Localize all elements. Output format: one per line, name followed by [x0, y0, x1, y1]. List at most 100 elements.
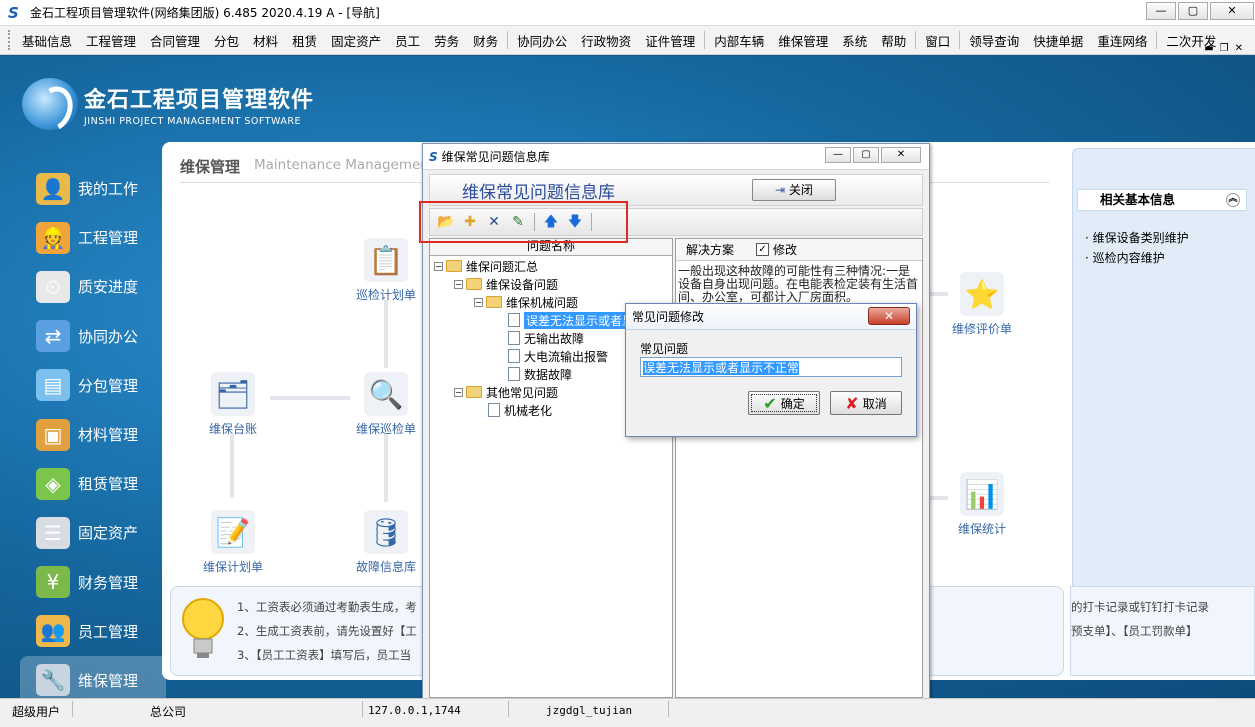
status-ip: 127.0.0.1,1744 — [368, 704, 461, 717]
tree-node-mechanical[interactable]: − 维保机械问题 — [474, 293, 578, 311]
menu-basic-info[interactable]: 基础信息 — [15, 31, 79, 50]
minimize-button[interactable]: — — [1146, 2, 1176, 20]
cross-icon: ✘ — [845, 393, 859, 413]
menu-contract[interactable]: 合同管理 — [143, 31, 207, 50]
tree-node-equipment[interactable]: − 维保设备问题 — [454, 275, 558, 293]
menu-admin-supplies[interactable]: 行政物资 — [574, 31, 638, 50]
solution-label: 解决方案 — [686, 243, 735, 257]
collapse-icon[interactable]: − — [454, 279, 463, 289]
menu-fixed-assets[interactable]: 固定资产 — [324, 31, 388, 50]
menu-quick-docs[interactable]: 快捷单据 — [1026, 31, 1090, 50]
menu-project[interactable]: 工程管理 — [79, 31, 143, 50]
menu-separator — [507, 31, 509, 49]
sidebar-item-my-work[interactable]: 👤 我的工作 — [36, 164, 166, 213]
menu-separator — [915, 31, 917, 49]
node-stats[interactable]: 📊 维保统计 — [944, 472, 1020, 537]
app-logo-icon: S — [429, 149, 438, 164]
tree-node-other[interactable]: − 其他常见问题 — [454, 383, 558, 401]
menu-lease[interactable]: 租赁 — [285, 31, 324, 50]
sidebar-item-fixed-assets[interactable]: ☰ 固定资产 — [36, 508, 166, 557]
sidebar-item-project[interactable]: 👷 工程管理 — [36, 213, 166, 262]
list-icon: ☰ — [36, 516, 70, 549]
menu-reconnect[interactable]: 重连网络 — [1090, 31, 1154, 50]
tree-node-item[interactable]: 无输出故障 — [508, 329, 584, 347]
edit-checkbox[interactable]: ✓ — [756, 243, 770, 256]
lightbulb-icon — [182, 598, 224, 658]
collapse-icon[interactable]: ︽ — [1226, 193, 1240, 207]
menu-bar: 基础信息 工程管理 合同管理 分包 材料 租赁 固定资产 员工 劳务 财务 协同… — [0, 26, 1255, 55]
dialog-maximize-button[interactable]: ▢ — [853, 147, 879, 163]
tree-node-item[interactable]: 数据故障 — [508, 365, 572, 383]
node-inspect-order[interactable]: 🔍 维保巡检单 — [342, 372, 430, 437]
status-separator — [668, 701, 669, 717]
document-icon — [508, 367, 520, 381]
menu-material[interactable]: 材料 — [246, 31, 285, 50]
menu-finance[interactable]: 财务 — [466, 31, 505, 50]
mdi-controls[interactable]: ▬❐✕ — [1204, 43, 1249, 54]
dialog-minimize-button[interactable]: — — [825, 147, 851, 163]
exit-icon: ⇥ — [775, 183, 789, 197]
worker-icon: 👷 — [36, 221, 70, 254]
tree-node-item[interactable]: 机械老化 — [488, 401, 552, 419]
tip-line-1: 1、工资表必须通过考勤表生成，考 — [237, 600, 417, 614]
issue-name-value: 误差无法显示或者显示不正常 — [643, 361, 800, 375]
menu-window[interactable]: 窗口 — [918, 31, 957, 50]
sidebar-item-material[interactable]: ▣ 材料管理 — [36, 410, 166, 459]
toolbar-grip[interactable] — [8, 30, 11, 50]
issue-field-label: 常见问题 — [640, 342, 689, 356]
page-title: 维保管理 — [180, 158, 241, 176]
tip-right-line-1: 的打卡记录或钉钉打卡记录 — [1071, 600, 1209, 614]
layers-icon: ▤ — [36, 369, 70, 402]
folder-icon — [466, 278, 482, 290]
sidebar-item-office[interactable]: ⇄ 协同办公 — [36, 312, 166, 361]
sidebar-item-lease[interactable]: ◈ 租赁管理 — [36, 459, 166, 508]
menu-leader-query[interactable]: 领导查询 — [962, 31, 1026, 50]
node-ledger[interactable]: 🗂 维保台账 — [196, 372, 270, 437]
menu-system[interactable]: 系统 — [835, 31, 874, 50]
app-logo: 金石工程项目管理软件 JINSHI PROJECT MANAGEMENT SOF… — [22, 78, 314, 130]
folder-icon — [446, 260, 462, 272]
close-button[interactable]: ✕ — [1210, 2, 1254, 20]
link-inspection-content[interactable]: · 巡检内容维护 — [1085, 249, 1165, 266]
menu-maintenance[interactable]: 维保管理 — [771, 31, 835, 50]
related-info-header[interactable]: 相关基本信息 ︽ — [1077, 189, 1247, 211]
menu-help[interactable]: 帮助 — [874, 31, 913, 50]
dialog-title: 维保常见问题信息库 — [441, 150, 550, 164]
highlight-annotation — [419, 201, 628, 243]
link-equipment-category[interactable]: · 维保设备类别维护 — [1085, 229, 1189, 246]
ok-button[interactable]: ✔ 确定 — [748, 391, 820, 415]
collapse-icon[interactable]: − — [474, 297, 483, 307]
node-evaluate[interactable]: ⭐ 维修评价单 — [944, 272, 1020, 337]
sidebar-item-finance[interactable]: ¥ 财务管理 — [36, 558, 166, 607]
magnifier-icon: 🔍 — [364, 372, 408, 416]
edit-dialog-close-button[interactable]: ✕ — [868, 307, 910, 325]
edit-issue-dialog: 常见问题修改 ✕ 常见问题 误差无法显示或者显示不正常 ✔ 确定 ✘ 取消 — [625, 303, 917, 437]
menu-office[interactable]: 协同办公 — [510, 31, 574, 50]
people-icon: 👥 — [36, 615, 70, 648]
dialog-window-controls: — ▢ ✕ — [823, 147, 921, 163]
flow-arrow — [230, 434, 234, 498]
collapse-icon[interactable]: − — [454, 387, 463, 397]
tree-node-root[interactable]: − 维保问题汇总 — [434, 257, 538, 275]
sidebar-item-maintenance[interactable]: 🔧 维保管理 — [20, 655, 166, 698]
sidebar-item-progress[interactable]: ⏲ 质安进度 — [36, 262, 166, 311]
menu-staff[interactable]: 员工 — [388, 31, 427, 50]
node-inspect-plan[interactable]: 📋 巡检计划单 — [342, 238, 430, 303]
menu-labor[interactable]: 劳务 — [427, 31, 466, 50]
cancel-button[interactable]: ✘ 取消 — [830, 391, 902, 415]
close-dialog-button[interactable]: ⇥ 关闭 — [752, 179, 836, 201]
dialog-close-x-button[interactable]: ✕ — [881, 147, 921, 163]
node-fault-lib[interactable]: 🛢 故障信息库 — [342, 510, 430, 575]
menu-vehicles[interactable]: 内部车辆 — [707, 31, 771, 50]
edit-label: 修改 — [773, 243, 798, 257]
maximize-button[interactable]: ▢ — [1178, 2, 1208, 20]
issue-name-input[interactable]: 误差无法显示或者显示不正常 — [640, 357, 902, 377]
tree-node-item[interactable]: 大电流输出报警 — [508, 347, 608, 365]
node-plan[interactable]: 📝 维保计划单 — [196, 510, 270, 575]
menu-certificates[interactable]: 证件管理 — [638, 31, 702, 50]
solution-text[interactable]: 一般出现这种故障的可能性有三种情况:一是设备自身出现问题。在电能表检定装有生活首… — [676, 261, 922, 308]
sidebar-item-staff[interactable]: 👥 员工管理 — [36, 607, 166, 656]
sidebar-item-subcontract[interactable]: ▤ 分包管理 — [36, 361, 166, 410]
menu-subcontract[interactable]: 分包 — [207, 31, 246, 50]
collapse-icon[interactable]: − — [434, 261, 443, 271]
